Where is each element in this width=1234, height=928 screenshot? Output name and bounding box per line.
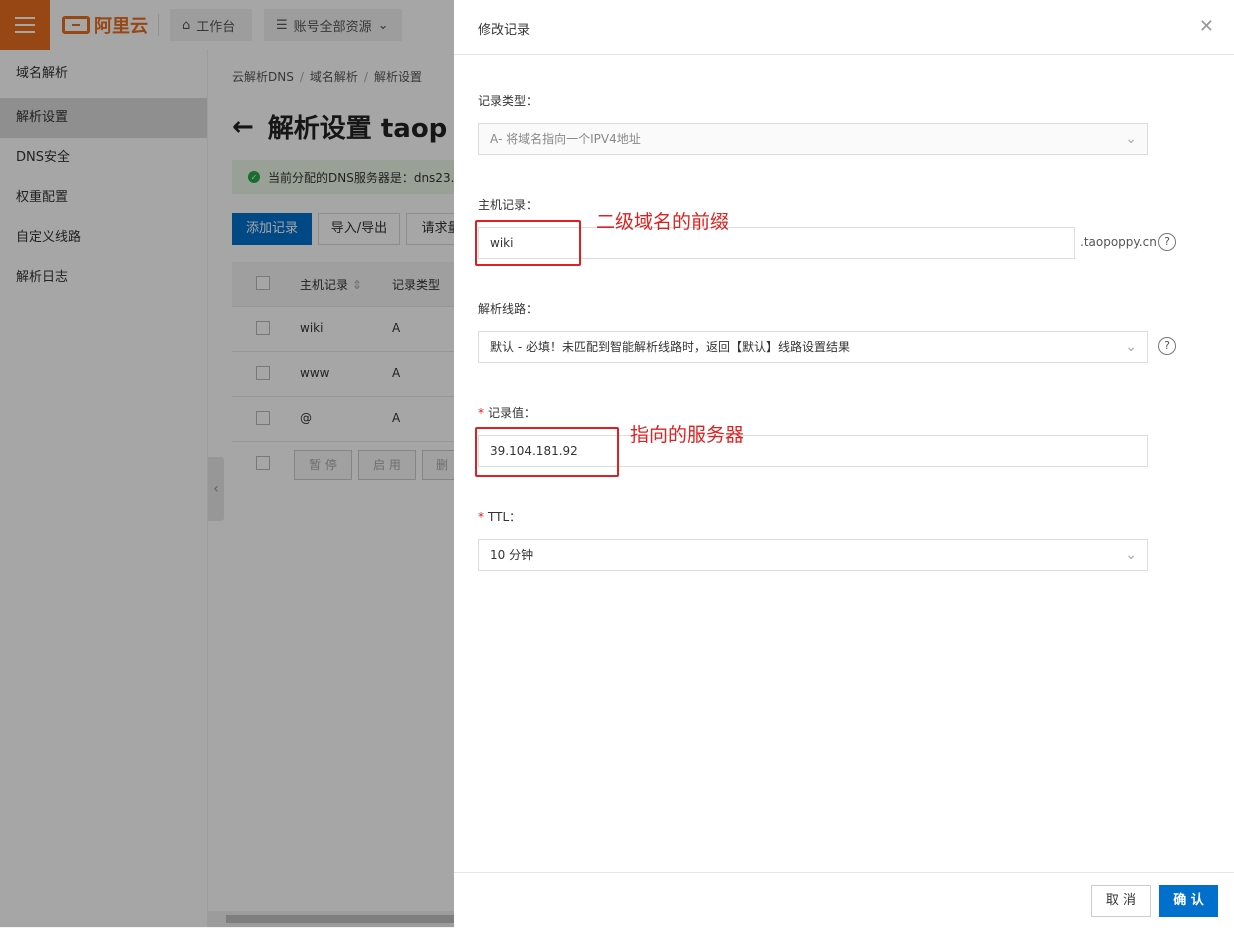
record-value-label: * 记录值： — [478, 406, 537, 420]
annotation-text-host: 二级域名的前缀 — [596, 211, 730, 233]
domain-suffix: .taopoppy.cn — [1080, 235, 1157, 249]
cancel-button[interactable]: 取 消 — [1091, 885, 1151, 917]
drawer-footer: 取 消 确 认 — [454, 872, 1234, 928]
chevron-down-icon: ⌄ — [1125, 547, 1137, 563]
required-marker: * — [478, 406, 484, 420]
help-icon[interactable]: ? — [1158, 233, 1176, 251]
annotation-box-value — [475, 427, 619, 477]
host-record-label: 主机记录： — [478, 198, 539, 212]
annotation-text-value: 指向的服务器 — [630, 424, 745, 446]
resolution-line-select[interactable]: 默认 - 必填！未匹配到智能解析线路时，返回【默认】线路设置结果 ⌄ — [478, 331, 1148, 363]
annotation-box-host — [475, 220, 581, 266]
edit-record-drawer: 修改记录 ✕ 记录类型： A- 将域名指向一个IPV4地址 ⌄ 主机记录： wi… — [454, 0, 1234, 928]
record-type-select[interactable]: A- 将域名指向一个IPV4地址 ⌄ — [478, 123, 1148, 155]
ttl-label: * TTL： — [478, 510, 522, 524]
resolution-line-value: 默认 - 必填！未匹配到智能解析线路时，返回【默认】线路设置结果 — [490, 340, 850, 354]
drawer-title: 修改记录 — [478, 23, 531, 38]
drawer-header: 修改记录 ✕ — [454, 0, 1234, 55]
ttl-select[interactable]: 10 分钟 ⌄ — [478, 539, 1148, 571]
resolution-line-label: 解析线路： — [478, 302, 539, 316]
confirm-button[interactable]: 确 认 — [1159, 885, 1218, 917]
close-icon[interactable]: ✕ — [1199, 16, 1214, 37]
modal-overlay[interactable] — [0, 0, 454, 927]
help-icon[interactable]: ? — [1158, 337, 1176, 355]
chevron-down-icon: ⌄ — [1125, 339, 1137, 355]
record-type-value: A- 将域名指向一个IPV4地址 — [490, 132, 641, 146]
required-marker: * — [478, 510, 484, 524]
ttl-value: 10 分钟 — [490, 548, 534, 562]
record-type-label: 记录类型： — [478, 94, 539, 108]
chevron-down-icon: ⌄ — [1125, 131, 1137, 147]
